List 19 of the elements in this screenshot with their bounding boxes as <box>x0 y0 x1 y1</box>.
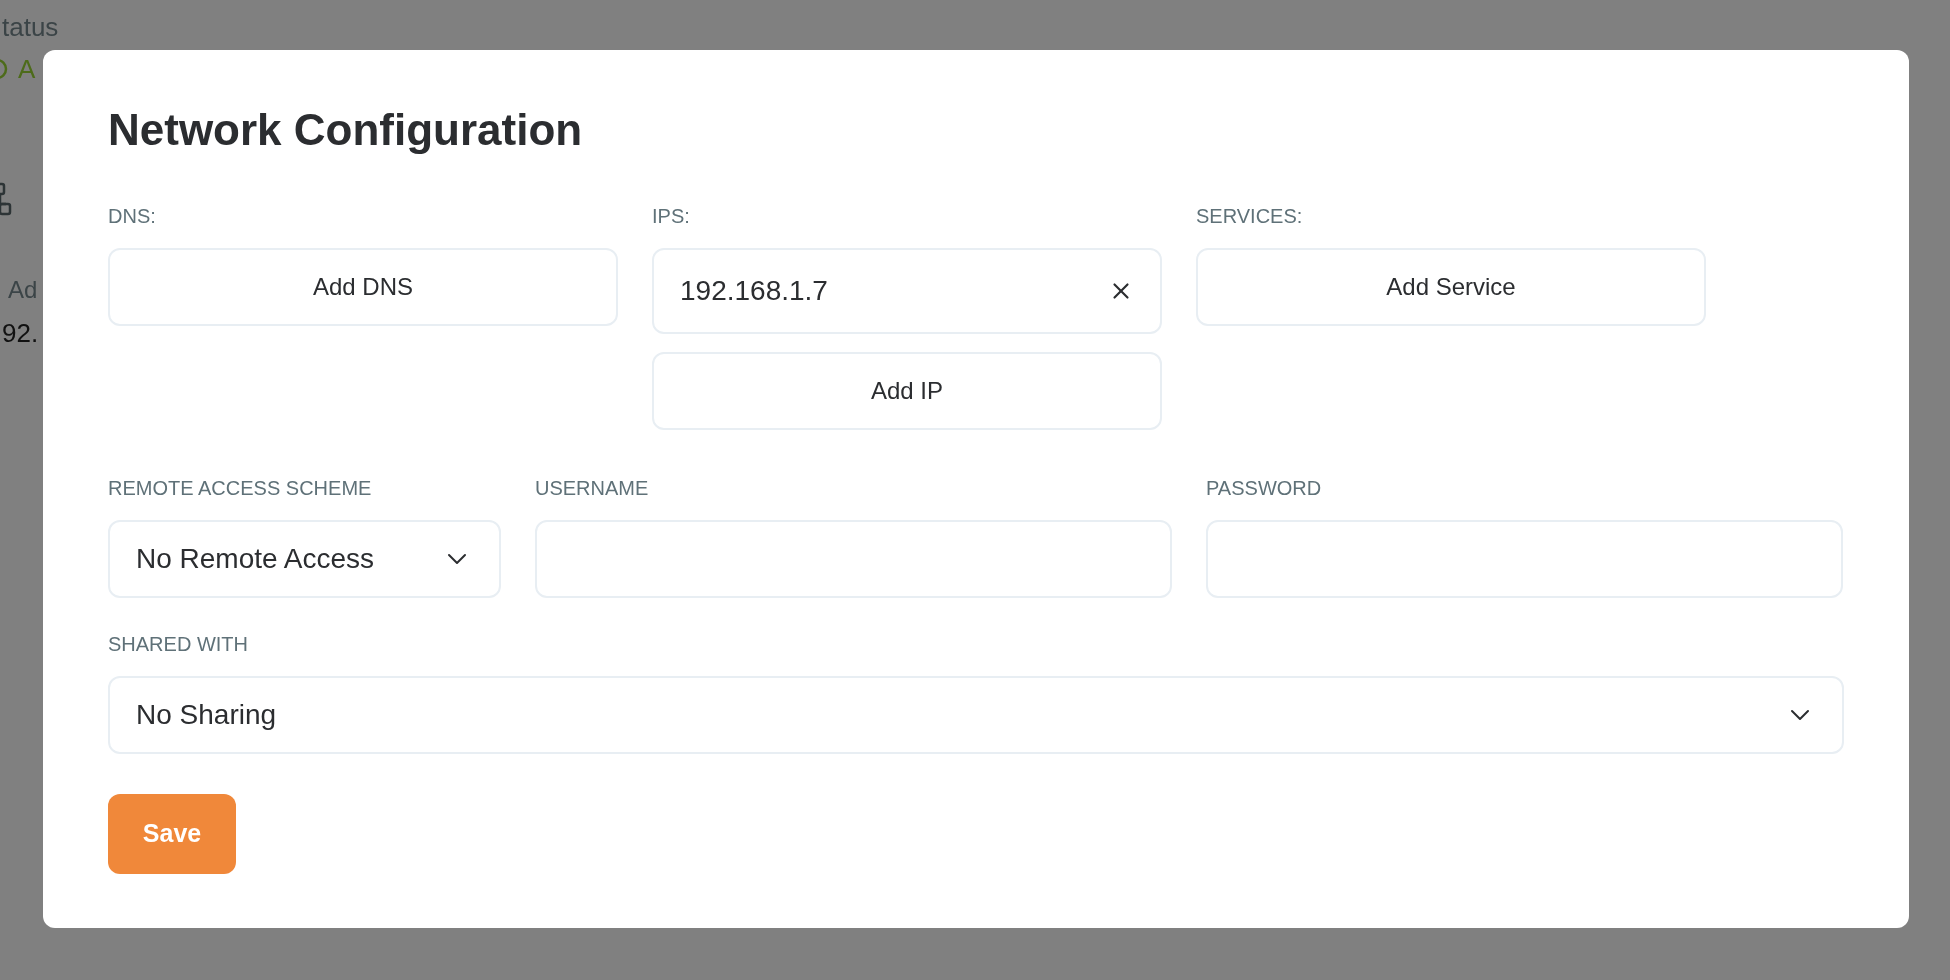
shared-with-label: SHARED WITH <box>108 634 249 654</box>
add-ip-button[interactable]: Add IP <box>652 352 1162 430</box>
remote-access-label: REMOTE ACCESS SCHEME <box>108 478 373 498</box>
username-label: USERNAME <box>535 478 650 498</box>
password-label: PASSWORD <box>1206 478 1323 498</box>
address-value: 92. <box>2 320 39 346</box>
network-icon <box>0 182 14 218</box>
status-value: A <box>18 56 36 82</box>
ip-entry-field[interactable]: 192.168.1.7 <box>652 248 1162 334</box>
address-label: Ad <box>8 278 38 302</box>
add-dns-button[interactable]: Add DNS <box>108 248 618 326</box>
dns-label: DNS: <box>108 206 157 226</box>
dialog-title: Network Configuration <box>108 104 584 156</box>
add-service-button[interactable]: Add Service <box>1196 248 1706 326</box>
status-label: tatus <box>2 14 59 40</box>
ips-label: IPS: <box>652 206 691 226</box>
shared-with-select[interactable]: No Sharing <box>108 676 1844 754</box>
services-label: SERVICES: <box>1196 206 1304 226</box>
remote-access-select[interactable]: No Remote Access <box>108 520 501 598</box>
